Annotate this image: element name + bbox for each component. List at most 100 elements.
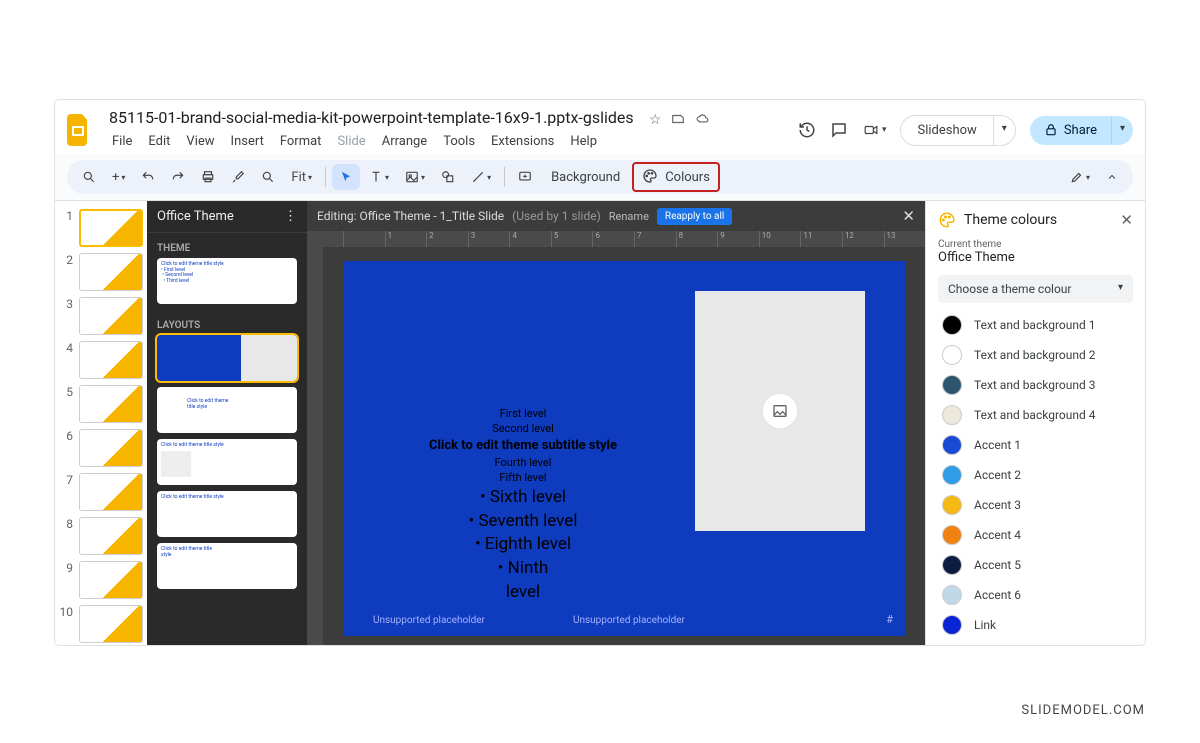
search-icon[interactable] <box>75 164 103 190</box>
image-placeholder[interactable] <box>695 291 865 531</box>
colour-label: Accent 6 <box>974 588 1021 602</box>
slide-preview[interactable] <box>79 473 143 511</box>
share-dropdown[interactable]: ▾ <box>1112 116 1133 145</box>
colour-row[interactable]: Text and background 2 <box>938 341 1133 369</box>
colour-row[interactable]: Accent 3 <box>938 491 1133 519</box>
slide-thumb[interactable]: 2 <box>59 253 143 291</box>
zoom-button[interactable] <box>254 164 282 190</box>
colour-row[interactable]: Text and background 4 <box>938 401 1133 429</box>
image-button[interactable]: ▾ <box>398 164 432 190</box>
menu-view[interactable]: View <box>179 131 221 152</box>
textbox-button[interactable]: ▾ <box>362 164 396 190</box>
slide-preview[interactable] <box>79 385 143 423</box>
slide-preview[interactable] <box>79 297 143 335</box>
document-title[interactable]: 85115-01-brand-social-media-kit-powerpoi… <box>105 106 638 129</box>
slide-text-placeholder[interactable]: First level Second level Click to edit t… <box>413 406 633 605</box>
background-button[interactable]: Background <box>541 164 630 191</box>
menu-arrange[interactable]: Arrange <box>375 131 434 152</box>
slide-preview[interactable] <box>79 253 143 291</box>
slide-thumb[interactable]: 9 <box>59 561 143 599</box>
slide-preview[interactable] <box>79 341 143 379</box>
menu-help[interactable]: Help <box>563 131 604 152</box>
colour-row[interactable]: Link <box>938 611 1133 639</box>
cloud-status-icon[interactable] <box>695 112 711 128</box>
paint-format-button[interactable] <box>224 164 252 190</box>
slide-preview[interactable] <box>79 517 143 555</box>
level-text: • Eighth level <box>413 533 633 557</box>
slide-canvas[interactable]: First level Second level Click to edit t… <box>343 261 905 636</box>
editing-label: Editing: Office Theme - 1_Title Slide <box>317 209 504 223</box>
colour-swatch <box>942 585 962 605</box>
share-button[interactable]: Share <box>1030 116 1112 145</box>
slide-preview[interactable] <box>79 561 143 599</box>
slide-thumb[interactable]: 1 <box>59 209 143 247</box>
line-button[interactable]: ▾ <box>464 164 498 190</box>
colour-row[interactable]: Text and background 3 <box>938 371 1133 399</box>
menu-slide[interactable]: Slide <box>330 131 372 152</box>
close-icon[interactable]: ✕ <box>902 207 915 225</box>
slide-thumb[interactable]: 6 <box>59 429 143 467</box>
layout-thumb[interactable]: Click to edit theme titlestyle <box>157 543 297 589</box>
comment-button[interactable] <box>511 164 539 190</box>
menu-edit[interactable]: Edit <box>141 131 177 152</box>
colour-label: Text and background 3 <box>974 378 1095 392</box>
slide-preview[interactable] <box>79 605 143 643</box>
history-icon[interactable] <box>798 121 816 139</box>
slide-preview[interactable] <box>79 429 143 467</box>
collapse-toolbar-icon[interactable] <box>1099 165 1125 189</box>
layout-thumb[interactable] <box>157 335 297 381</box>
colour-row[interactable]: Text and background 1 <box>938 311 1133 339</box>
zoom-fit[interactable]: Fit ▾ <box>284 164 319 191</box>
select-tool[interactable] <box>332 164 360 190</box>
menu-extensions[interactable]: Extensions <box>484 131 561 152</box>
slideshow-button[interactable]: Slideshow <box>900 115 992 146</box>
rename-button[interactable]: Rename <box>609 210 649 223</box>
colour-swatch <box>942 315 962 335</box>
slide-thumb[interactable]: 4 <box>59 341 143 379</box>
slide-thumb[interactable]: 3 <box>59 297 143 335</box>
chevron-down-icon: ▾ <box>1118 282 1123 296</box>
slideshow-dropdown[interactable]: ▾ <box>993 115 1016 146</box>
menu-format[interactable]: Format <box>273 131 329 152</box>
colour-row[interactable]: Accent 6 <box>938 581 1133 609</box>
slide-filmstrip[interactable]: 1 2 3 4 5 6 7 8 9 10 <box>55 201 147 645</box>
theme-colour-dropdown[interactable]: Choose a theme colour ▾ <box>938 275 1133 303</box>
vertical-ruler <box>307 242 323 645</box>
colour-row[interactable]: Accent 1 <box>938 431 1133 459</box>
meet-icon[interactable]: ▾ <box>862 123 887 137</box>
slides-logo[interactable] <box>67 110 97 150</box>
unsupported-label: Unsupported placeholder <box>373 615 485 626</box>
theme-panel-title: Office Theme <box>157 209 234 224</box>
menu-insert[interactable]: Insert <box>224 131 271 152</box>
shape-button[interactable] <box>434 164 462 190</box>
colour-label: Text and background 2 <box>974 348 1095 362</box>
menu-file[interactable]: File <box>105 131 139 152</box>
slide-thumb[interactable]: 7 <box>59 473 143 511</box>
redo-button[interactable] <box>164 164 192 190</box>
star-icon[interactable]: ☆ <box>649 112 662 128</box>
reapply-button[interactable]: Reapply to all <box>657 208 732 225</box>
pen-mode-button[interactable]: ▾ <box>1063 164 1097 190</box>
comments-icon[interactable] <box>830 121 848 139</box>
undo-button[interactable] <box>134 164 162 190</box>
print-button[interactable] <box>194 164 222 190</box>
unsupported-label: Unsupported placeholder <box>573 615 685 626</box>
layout-thumb[interactable]: Click to edit themetitle style <box>157 387 297 433</box>
slide-preview[interactable] <box>79 209 143 247</box>
layout-thumb[interactable]: Click to edit theme title style <box>157 491 297 537</box>
colours-button[interactable]: Colours <box>632 162 720 192</box>
colour-row[interactable]: Accent 5 <box>938 551 1133 579</box>
close-icon[interactable]: ✕ <box>1120 211 1133 229</box>
colour-row[interactable]: Accent 2 <box>938 461 1133 489</box>
slide-thumb[interactable]: 10 <box>59 605 143 643</box>
theme-panel-more-icon[interactable]: ⋮ <box>284 209 297 224</box>
new-slide-button[interactable]: + ▾ <box>105 164 132 191</box>
colour-label: Link <box>974 618 996 632</box>
slide-thumb[interactable]: 5 <box>59 385 143 423</box>
move-icon[interactable] <box>671 112 685 128</box>
menu-tools[interactable]: Tools <box>436 131 482 152</box>
theme-master-thumb[interactable]: Click to edit theme title style• First l… <box>157 258 297 304</box>
colour-row[interactable]: Accent 4 <box>938 521 1133 549</box>
layout-thumb[interactable]: Click to edit theme title style <box>157 439 297 485</box>
slide-thumb[interactable]: 8 <box>59 517 143 555</box>
